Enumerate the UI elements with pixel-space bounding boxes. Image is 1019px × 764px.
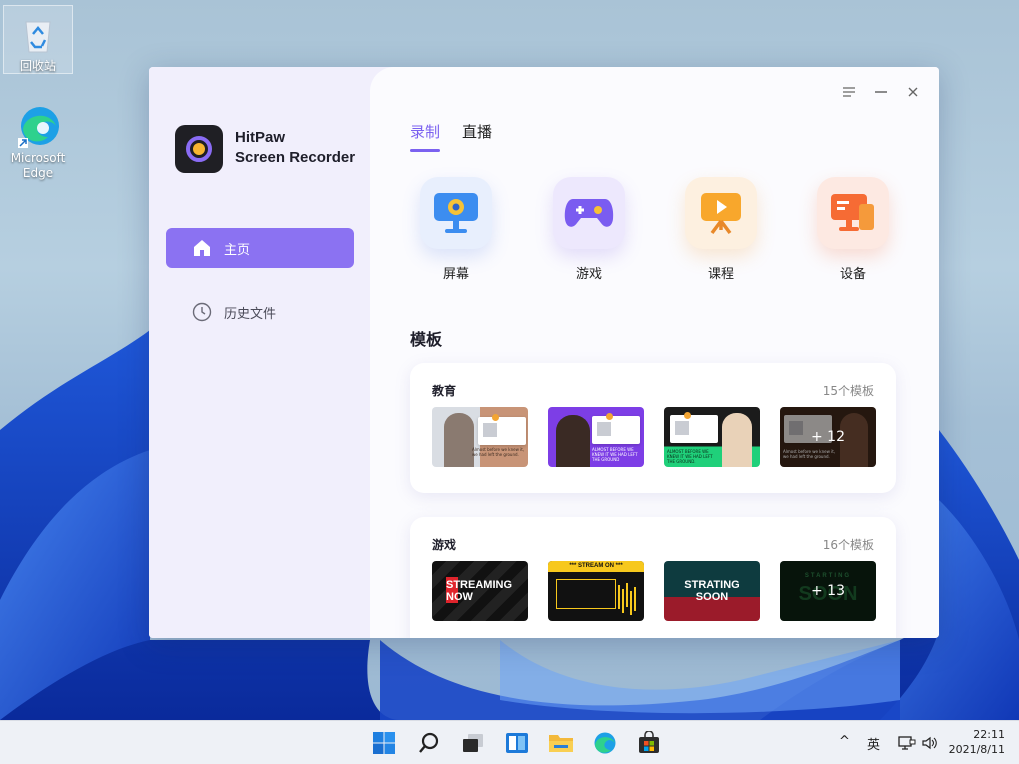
thumb-caption: ALMOST BEFORE WE KNEW IT WE HAD LEFT THE… xyxy=(667,449,713,464)
thumb-text-line1: STRATING xyxy=(684,579,740,591)
sidebar-item-label: 主页 xyxy=(224,242,251,258)
clock-icon xyxy=(191,301,213,323)
template-group-education: 教育 15个模板 Almost before we knew it, we ha… xyxy=(410,363,896,493)
sidebar-item-home[interactable]: 主页 xyxy=(166,228,354,268)
hitpaw-logo-icon xyxy=(175,125,223,173)
tray-overflow-chevron-icon[interactable]: ^ xyxy=(839,734,850,749)
template-count[interactable]: 15个模板 xyxy=(823,382,874,399)
template-count[interactable]: 16个模板 xyxy=(823,536,874,553)
device-icon xyxy=(817,177,889,249)
widgets-icon[interactable] xyxy=(503,729,531,757)
desktop-icon-edge[interactable]: Microsoft Edge xyxy=(3,98,73,181)
task-view-icon[interactable] xyxy=(459,729,487,757)
app-title: HitPaw Screen Recorder xyxy=(235,128,355,168)
template-group-name: 游戏 xyxy=(432,538,457,552)
thumb-caption: ALMOST BEFORE WE KNEW IT WE HAD LEFT THE… xyxy=(592,447,638,462)
thumb-text: STRATING SOON xyxy=(664,579,760,603)
template-thumb[interactable]: STRATING SOON xyxy=(664,561,760,621)
close-icon[interactable] xyxy=(904,83,922,101)
home-icon xyxy=(191,237,213,259)
volume-icon[interactable] xyxy=(921,735,939,755)
app-window: HitPaw Screen Recorder 主页 历史文件 录制 直播 屏幕 … xyxy=(149,67,939,638)
thumb-text: *** STREAM ON *** xyxy=(569,563,623,569)
presentation-icon xyxy=(685,177,757,249)
recycle-bin-icon xyxy=(16,12,60,56)
desktop-icon-recycle-bin[interactable]: 回收站 xyxy=(3,5,73,74)
start-icon[interactable] xyxy=(370,729,398,757)
desktop-icon-label: 回收站 xyxy=(19,59,56,73)
mode-course[interactable]: 课程 xyxy=(683,177,759,282)
template-thumb[interactable]: ALMOST BEFORE WE KNEW IT WE HAD LEFT THE… xyxy=(664,407,760,467)
tab-live[interactable]: 直播 xyxy=(462,121,492,152)
template-thumb[interactable]: Almost before we knew it, we had left th… xyxy=(432,407,528,467)
mode-label: 游戏 xyxy=(575,267,602,282)
edge-icon[interactable] xyxy=(591,729,619,757)
template-group-name: 教育 xyxy=(432,384,457,398)
mode-label: 屏幕 xyxy=(442,267,469,282)
mode-screen[interactable]: 屏幕 xyxy=(418,177,494,282)
thumb-text-line2: NOW xyxy=(446,591,473,603)
clock-time: 22:11 xyxy=(973,728,1005,741)
template-thumb[interactable]: Almost before we knew it, we had left th… xyxy=(780,407,876,467)
search-icon[interactable] xyxy=(415,729,443,757)
taskbar-clock[interactable]: 22:11 2021/8/11 xyxy=(949,727,1005,757)
more-templates-count: + 12 xyxy=(780,407,876,467)
template-thumb[interactable]: STREAMING NOW xyxy=(432,561,528,621)
app-title-line2: Screen Recorder xyxy=(235,149,356,166)
template-thumb[interactable]: *** STREAM ON *** xyxy=(548,561,644,621)
monitor-icon xyxy=(420,177,492,249)
desktop-icon-label: Microsoft Edge xyxy=(10,151,66,180)
mode-label: 课程 xyxy=(707,267,734,282)
ime-indicator[interactable]: 英 xyxy=(867,734,880,753)
thumb-caption: Almost before we knew it, we had left th… xyxy=(472,447,525,457)
mode-device[interactable]: 设备 xyxy=(815,177,891,282)
file-explorer-icon[interactable] xyxy=(547,729,575,757)
mode-label: 设备 xyxy=(839,267,866,282)
sidebar: HitPaw Screen Recorder 主页 历史文件 xyxy=(149,67,370,638)
thumb-text: STREAMING NOW xyxy=(446,579,528,603)
template-group-game: 游戏 16个模板 STREAMING NOW *** STREAM ON *** xyxy=(410,517,896,638)
template-thumb[interactable]: ALMOST BEFORE WE KNEW IT WE HAD LEFT THE… xyxy=(548,407,644,467)
taskbar: ^ 英 22:11 2021/8/11 xyxy=(0,720,1019,764)
more-templates-count: + 13 xyxy=(780,561,876,621)
app-title-line1: HitPaw xyxy=(235,129,286,146)
mode-game[interactable]: 游戏 xyxy=(551,177,627,282)
gamepad-icon xyxy=(553,177,625,249)
store-icon[interactable] xyxy=(635,729,663,757)
thumb-text-line1: STREAMING xyxy=(446,579,512,591)
main-panel: 录制 直播 屏幕 游戏 课程 设备 模板 教育 15个模板 Almost bef… xyxy=(370,67,939,638)
minimize-icon[interactable] xyxy=(872,83,890,101)
edge-icon xyxy=(16,104,60,148)
template-thumb[interactable]: STARTING SOON + 13 xyxy=(780,561,876,621)
sidebar-item-history[interactable]: 历史文件 xyxy=(166,292,354,332)
tab-record[interactable]: 录制 xyxy=(410,121,441,152)
network-icon[interactable] xyxy=(898,735,916,755)
mode-tabs: 录制 直播 xyxy=(410,121,492,152)
thumb-text-line2: SOON xyxy=(695,591,729,603)
sidebar-item-label: 历史文件 xyxy=(224,306,277,322)
templates-title: 模板 xyxy=(410,330,443,349)
clock-date: 2021/8/11 xyxy=(948,743,1005,756)
menu-icon[interactable] xyxy=(840,83,858,101)
